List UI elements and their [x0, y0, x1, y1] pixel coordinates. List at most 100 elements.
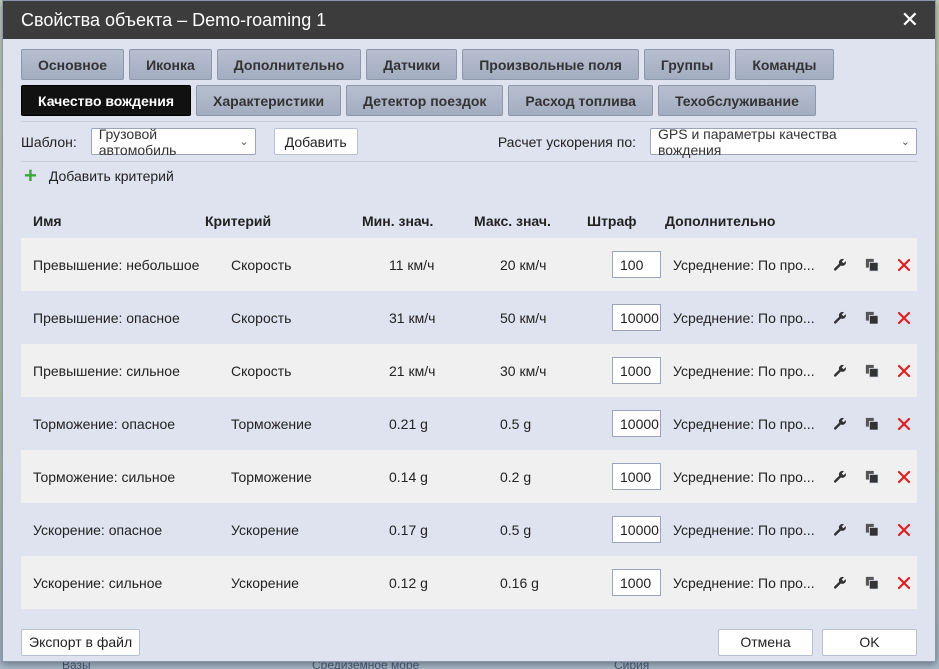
row-extra: Усреднение: По про... — [673, 468, 815, 485]
wrench-icon[interactable] — [832, 575, 848, 591]
wrench-icon[interactable] — [832, 363, 848, 379]
tab-row-2: Качество вождения Характеристики Детектор … — [21, 85, 917, 116]
row-max: 0.16 g — [500, 574, 539, 591]
table-row[interactable]: Торможение: сильное Торможение 0.14 g 0.2 g… — [21, 450, 917, 503]
plus-icon: + — [24, 162, 37, 188]
row-name: Превышение: небольшое — [33, 256, 200, 273]
cancel-button[interactable]: Отмена — [718, 628, 813, 656]
delete-icon[interactable] — [896, 522, 912, 538]
penalty-input[interactable]: 100 — [612, 251, 661, 278]
tab-4-tabs_row1[interactable]: Датчики — [366, 49, 458, 80]
template-select[interactable]: Грузовой автомобиль ⌄ — [90, 126, 256, 158]
row-max: 20 км/ч — [500, 256, 547, 273]
penalty-input[interactable]: 1000 — [612, 463, 661, 490]
tab-2-tabs_row1[interactable]: Иконка — [129, 49, 212, 80]
titlebar: Свойства объекта – Demo-roaming 1 ✕ — [3, 1, 935, 39]
close-icon[interactable]: ✕ — [901, 9, 919, 31]
copy-icon[interactable] — [864, 363, 880, 379]
row-min: 31 км/ч — [389, 309, 436, 326]
delete-icon[interactable] — [896, 257, 912, 273]
table-header: Имя Критерий Мин. знач. Макс. знач. Штра… — [21, 206, 917, 236]
delete-icon[interactable] — [896, 310, 912, 326]
row-min: 21 км/ч — [389, 362, 436, 379]
copy-icon[interactable] — [864, 257, 880, 273]
delete-icon[interactable] — [896, 575, 912, 591]
tab-4-tabs_row2[interactable]: Расход топлива — [508, 85, 653, 116]
copy-icon[interactable] — [864, 416, 880, 432]
object-properties-dialog: Свойства объекта – Demo-roaming 1 ✕ Осно… — [2, 0, 936, 662]
add-criterion-label: Добавить критерий — [48, 167, 174, 184]
col-penalty: Штраф — [587, 213, 637, 229]
row-min: 11 км/ч — [389, 256, 435, 273]
row-criterion: Скорость — [231, 309, 292, 326]
row-criterion: Торможение — [231, 415, 312, 432]
wrench-icon[interactable] — [832, 416, 848, 432]
copy-icon[interactable] — [864, 469, 880, 485]
row-extra: Усреднение: По про... — [673, 362, 815, 379]
tab-1-tabs_row2[interactable]: Качество вождения — [21, 85, 192, 116]
add-template-button[interactable]: Добавить — [273, 128, 358, 155]
delete-icon[interactable] — [896, 363, 912, 379]
table-row[interactable]: Превышение: небольшое Скорость 11 км/ч 20 к… — [21, 238, 917, 291]
row-criterion: Скорость — [231, 362, 292, 379]
tab-6-tabs_row1[interactable]: Группы — [643, 49, 731, 80]
accel-select[interactable]: GPS и параметры качества вождения ⌄ — [650, 125, 917, 158]
tab-5-tabs_row1[interactable]: Произвольные поля — [462, 49, 639, 80]
row-max: 0.5 g — [500, 415, 532, 432]
delete-icon[interactable] — [896, 416, 912, 432]
copy-icon[interactable] — [864, 522, 880, 538]
copy-icon[interactable] — [864, 575, 880, 591]
col-extra: Дополнительно — [665, 213, 776, 229]
tab-2-tabs_row2[interactable]: Характеристики — [196, 85, 342, 116]
wrench-icon[interactable] — [832, 522, 848, 538]
dialog-title: Свойства объекта – Demo-roaming 1 — [21, 9, 327, 30]
tab-1-tabs_row1[interactable]: Основное — [21, 49, 125, 80]
table-row[interactable]: Ускорение: сильное Ускорение 0.12 g 0.16 g 1… — [21, 556, 917, 609]
row-extra: Усреднение: По про... — [673, 521, 815, 538]
accel-select-value: GPS и параметры качества вождения — [658, 125, 837, 158]
row-name: Ускорение: опасное — [33, 521, 163, 538]
table-row[interactable]: Превышение: сильное Скорость 21 км/ч 30 км/… — [21, 344, 917, 397]
copy-icon[interactable] — [864, 310, 880, 326]
col-name: Имя — [33, 213, 62, 229]
penalty-input[interactable]: 1000 — [612, 357, 661, 384]
row-name: Торможение: сильное — [33, 468, 176, 485]
tab-5-tabs_row2[interactable]: Техобслуживание — [657, 85, 816, 116]
delete-icon[interactable] — [896, 469, 912, 485]
table-row[interactable]: Торможение: опасное Торможение 0.21 g 0.5 g… — [21, 397, 917, 450]
row-min: 0.21 g — [389, 415, 428, 432]
add-criterion-link[interactable]: + Добавить критерий — [21, 161, 917, 189]
row-criterion: Скорость — [231, 256, 292, 273]
wrench-icon[interactable] — [832, 257, 848, 273]
export-button[interactable]: Экспорт в файл — [21, 628, 141, 656]
tab-3-tabs_row2[interactable]: Детектор поездок — [346, 85, 504, 116]
template-toolbar: Шаблон: Грузовой автомобиль ⌄ Добавить Р… — [21, 121, 917, 161]
row-name: Превышение: опасное — [33, 309, 180, 326]
row-extra: Усреднение: По про... — [673, 309, 815, 326]
row-criterion: Торможение — [231, 468, 312, 485]
tab-row-1: Основное Иконка Дополнительно Датчики Произв… — [21, 49, 917, 80]
penalty-input[interactable]: 1000 — [612, 569, 661, 596]
ok-button[interactable]: OK — [822, 628, 917, 656]
row-criterion: Ускорение — [231, 521, 299, 538]
row-max: 0.2 g — [500, 468, 532, 485]
penalty-input[interactable]: 10000 — [612, 410, 661, 437]
row-min: 0.12 g — [389, 574, 428, 591]
row-max: 50 км/ч — [500, 309, 547, 326]
tab-3-tabs_row1[interactable]: Дополнительно — [216, 49, 362, 80]
penalty-input[interactable]: 10000 — [612, 304, 661, 331]
table-row[interactable]: Ускорение: опасное Ускорение 0.17 g 0.5 g 10… — [21, 503, 917, 556]
row-name: Торможение: опасное — [33, 415, 176, 432]
wrench-icon[interactable] — [832, 469, 848, 485]
row-extra: Усреднение: По про... — [673, 415, 815, 432]
table-row[interactable]: Превышение: опасное Скорость 31 км/ч 50 км/… — [21, 291, 917, 344]
row-max: 30 км/ч — [500, 362, 547, 379]
col-criterion: Критерий — [205, 213, 272, 229]
tab-7-tabs_row1[interactable]: Команды — [735, 49, 834, 80]
row-min: 0.17 g — [389, 521, 428, 538]
row-extra: Усреднение: По про... — [673, 574, 815, 591]
dialog-footer: Экспорт в файл Отмена OK — [21, 628, 917, 656]
wrench-icon[interactable] — [832, 310, 848, 326]
penalty-input[interactable]: 10000 — [612, 516, 661, 543]
criteria-table: Превышение: небольшое Скорость 11 км/ч 20 к… — [21, 238, 917, 609]
